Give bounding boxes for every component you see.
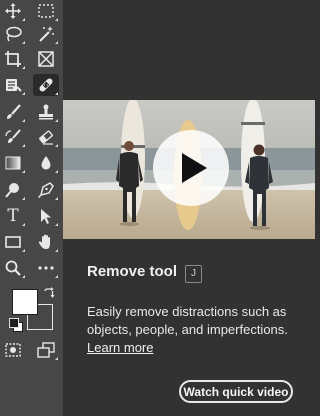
ellipsis-icon: [38, 266, 54, 270]
watch-video-button[interactable]: Watch quick video: [179, 380, 293, 403]
toolbar: T: [0, 0, 63, 416]
gradient-tool[interactable]: [0, 152, 26, 174]
screen-mode-icon: [37, 342, 55, 358]
rectangle-icon: [5, 236, 21, 248]
drop-icon: [41, 156, 51, 170]
move-icon: [5, 3, 21, 19]
lasso-icon: [6, 26, 22, 42]
shape-tool[interactable]: [0, 231, 26, 253]
frame-icon: [38, 51, 54, 67]
frame-tool[interactable]: [33, 48, 59, 70]
brush-tool[interactable]: [0, 101, 26, 123]
screen-mode-button[interactable]: [33, 339, 59, 361]
shortcut-badge: J: [185, 265, 202, 283]
tool-tooltip-panel: Remove tool J Easily remove distractions…: [63, 0, 315, 416]
lasso-tool[interactable]: [0, 23, 26, 45]
foreground-color-swatch[interactable]: [12, 289, 38, 315]
eyedropper-tool[interactable]: [0, 74, 26, 96]
gradient-icon: [5, 156, 21, 170]
quick-mask-icon: [5, 343, 21, 357]
tooltip-description: Easily remove distractions such as objec…: [87, 304, 288, 337]
swap-colors-icon[interactable]: [43, 287, 55, 299]
pen-tool[interactable]: [33, 179, 59, 201]
zoom-icon: [5, 260, 21, 276]
history-brush-icon: [5, 129, 21, 143]
arrow-icon: [41, 209, 51, 224]
magic-wand-icon: [39, 26, 54, 42]
brush-icon: [7, 104, 21, 119]
rect-marquee-icon: [38, 4, 54, 18]
learn-more-link[interactable]: Learn more: [87, 340, 153, 355]
path-select-tool[interactable]: [33, 205, 59, 227]
magic-wand-tool[interactable]: [33, 23, 59, 45]
type-tool[interactable]: T: [0, 205, 26, 227]
marquee-tool[interactable]: [33, 0, 59, 22]
type-icon: T: [7, 205, 19, 226]
blur-tool[interactable]: [33, 152, 59, 174]
move-tool[interactable]: [0, 0, 26, 22]
video-thumbnail[interactable]: [63, 100, 315, 239]
pen-icon: [37, 182, 54, 199]
hand-tool[interactable]: [33, 231, 59, 253]
remove-tool[interactable]: [33, 74, 59, 96]
quick-mask-button[interactable]: [0, 339, 26, 361]
stamp-icon: [39, 104, 53, 120]
crop-icon: [5, 51, 21, 67]
eyedropper-icon: [6, 79, 22, 92]
more-tools[interactable]: [33, 257, 59, 279]
default-colors-fg-icon[interactable]: [9, 318, 19, 328]
dodge-tool[interactable]: [0, 179, 26, 201]
bandage-icon: [39, 78, 53, 92]
crop-tool[interactable]: [0, 48, 26, 70]
tooltip-title: Remove tool: [87, 263, 178, 280]
dodge-icon: [5, 183, 19, 198]
history-brush-tool[interactable]: [0, 126, 26, 148]
stamp-tool[interactable]: [33, 101, 59, 123]
zoom-tool[interactable]: [0, 257, 26, 279]
eraser-icon: [39, 130, 53, 145]
eraser-tool[interactable]: [33, 126, 59, 148]
play-icon: [182, 153, 207, 183]
play-button[interactable]: [153, 130, 229, 206]
hand-icon: [38, 234, 50, 249]
